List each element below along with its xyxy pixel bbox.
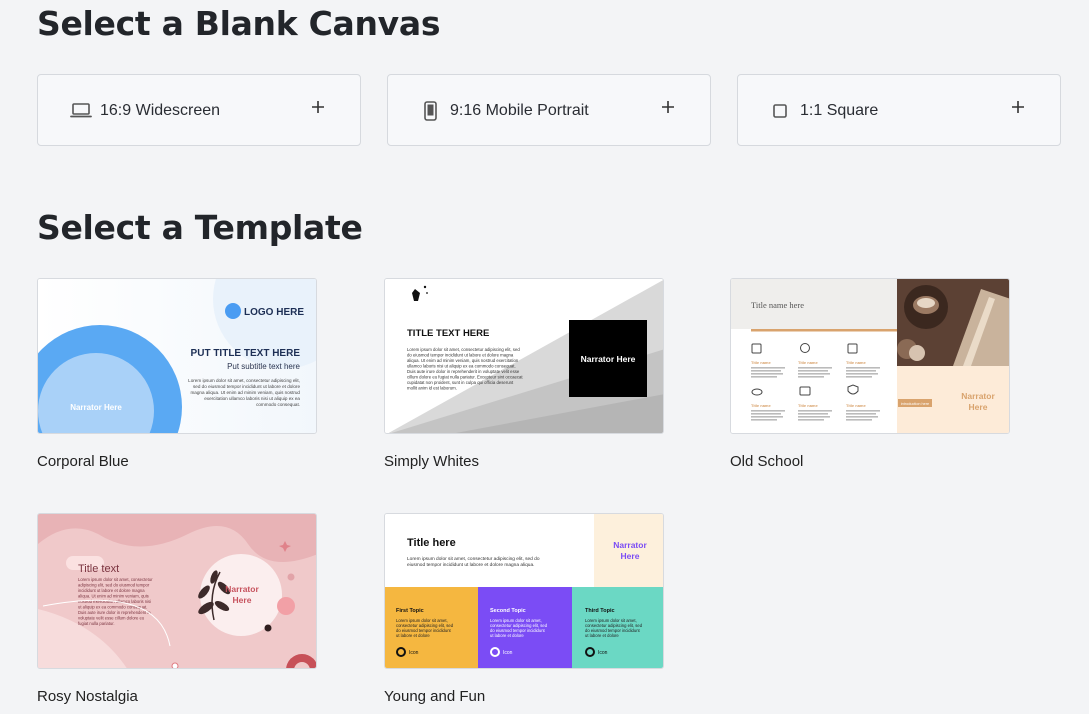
template-card-simply-whites[interactable]: Narrator Here TITLE TEXT HERE Lorem ipsu… (384, 278, 664, 434)
blank-canvas-heading: Select a Blank Canvas (37, 4, 441, 43)
preview-body-line: cillum dolore eu fugiat nulla pariatur. … (407, 375, 523, 380)
preview-narrator: Narrator (225, 584, 259, 594)
template-card-young-and-fun[interactable]: Narrator Here Title here Lorem ipsum dol… (384, 513, 664, 669)
topic-label: Title name (798, 403, 818, 408)
topic-label: Title name (798, 360, 818, 365)
canvas-option-label: 9:16 Mobile Portrait (450, 102, 589, 119)
topic-title: First Topic (396, 608, 424, 614)
laptop-icon (70, 103, 92, 118)
template-preview: Narrator Here Title here Lorem ipsum dol… (385, 514, 663, 668)
topic-label: Title name (846, 403, 866, 408)
preview-body-line: Lorem ipsum dolor sit amet, consectetur … (407, 556, 540, 562)
preview-body-line: fugiat nulla pariatur. (78, 621, 115, 626)
preview-subtitle: Put subtitle text here (227, 362, 300, 371)
preview-body-line: commodo consequat. (256, 402, 300, 407)
topic-title: Third Topic (585, 608, 615, 614)
preview-body-line: Lorem ipsum dolor sit amet, consectetur (78, 577, 153, 582)
topic-body-line: ut labore et dolore (490, 633, 524, 638)
topic-title: Second Topic (490, 608, 526, 614)
topic-label: Title name (751, 360, 771, 365)
logo-text: LOGO HERE (244, 307, 304, 318)
preview-body-line: Duis aute irure dolor in reprehenderit i… (78, 610, 151, 615)
topic-label: Title name (751, 403, 771, 408)
preview-body-line: aliqua. Ut enim ad minim veniam, quis no… (407, 358, 519, 363)
preview-title: Title text (78, 563, 119, 575)
preview-narrator: Narrator Here (581, 354, 636, 364)
preview-body-line: ullamco laboris nisi ut aliquip ex ea co… (407, 364, 516, 369)
template-card-rosy-nostalgia[interactable]: Title text Lorem ipsum dolor sit amet, c… (37, 513, 317, 669)
preview-narrator: Here (233, 595, 252, 605)
template-preview: Title text Lorem ipsum dolor sit amet, c… (38, 514, 316, 668)
template-name: Rosy Nostalgia (37, 688, 138, 705)
canvas-option-label: 1:1 Square (800, 102, 879, 119)
template-card-corporal-blue[interactable]: LOGO HERE PUT TITLE TEXT HERE Put subtit… (37, 278, 317, 434)
template-card-old-school[interactable]: Title name here Narrator Here Title name… (730, 278, 1010, 434)
canvas-option-square[interactable]: 1:1 Square (737, 74, 1061, 146)
icon-label: Icon (598, 650, 608, 656)
preview-narrator: Narrator (961, 391, 995, 401)
preview-body-line: Lorem ipsum dolor sit amet, consectetur … (407, 347, 520, 352)
template-preview: Title name here Narrator Here Title name… (731, 279, 1009, 433)
preview-body-line: mollit anim id est laborum. (407, 386, 457, 391)
plus-icon[interactable] (1010, 99, 1026, 115)
preview-narrator: Here (621, 551, 640, 561)
canvas-option-label: 16:9 Widescreen (100, 102, 221, 119)
topic-body-line: ut labore et dolore (585, 633, 619, 638)
template-name: Old School (730, 453, 804, 470)
preview-narrator: Narrator Here (70, 403, 122, 412)
template-preview: LOGO HERE PUT TITLE TEXT HERE Put subtit… (38, 279, 316, 433)
plus-icon[interactable] (660, 99, 676, 115)
preview-title: Title name here (751, 300, 804, 310)
preview-title: PUT TITLE TEXT HERE (191, 348, 301, 359)
template-name: Young and Fun (384, 688, 486, 705)
preview-button: introduction here (901, 402, 929, 406)
topic-label: Title name (846, 360, 866, 365)
preview-body-line: aliqua. Ut enim ad minim veniam, quis (78, 594, 149, 599)
preview-body-line: exercitation ullamco laboris nisi ut ali… (204, 396, 300, 401)
icon-label: Icon (409, 650, 419, 656)
preview-body-line: sed do eiusmod tempor incididunt ut labo… (193, 384, 300, 389)
preview-title: TITLE TEXT HERE (407, 328, 489, 339)
template-name: Corporal Blue (37, 453, 129, 470)
preview-body-line: Duis aute irure dolor in reprehenderit i… (407, 369, 520, 374)
preview-body-line: magna aliqua. Ut enim ad minim veniam, q… (190, 390, 300, 395)
preview-body-line: voluptate velit esse cillum dolore eu (78, 616, 145, 621)
preview-narrator: Here (969, 402, 988, 412)
preview-body-line: eiusmod tempor incididunt ut labore et d… (407, 562, 534, 568)
preview-title: Title here (407, 537, 456, 549)
mobile-icon (424, 101, 437, 121)
preview-body-line: adipiscing elit, sed do eiusmod tempor (78, 583, 150, 588)
preview-body-line: Lorem ipsum dolor sit amet, consectetur … (188, 378, 300, 383)
template-name: Simply Whites (384, 453, 480, 470)
topic-body-line: ut labore et dolore (396, 633, 430, 638)
icon-label: Icon (503, 650, 513, 656)
canvas-option-mobile-portrait[interactable]: 9:16 Mobile Portrait (387, 74, 711, 146)
preview-body-line: do eiusmod tempor incididunt ut labore e… (407, 353, 514, 358)
preview-body-line: incididunt ut labore et dolore magna (78, 588, 145, 593)
template-preview: Narrator Here TITLE TEXT HERE Lorem ipsu… (385, 279, 663, 433)
preview-narrator: Narrator (613, 540, 647, 550)
plus-icon[interactable] (310, 99, 326, 115)
square-icon (773, 104, 787, 118)
preview-body-line: cupidatat non proident, sunt in culpa qu… (407, 380, 514, 385)
templates-heading: Select a Template (37, 208, 363, 247)
canvas-option-widescreen[interactable]: 16:9 Widescreen (37, 74, 361, 146)
